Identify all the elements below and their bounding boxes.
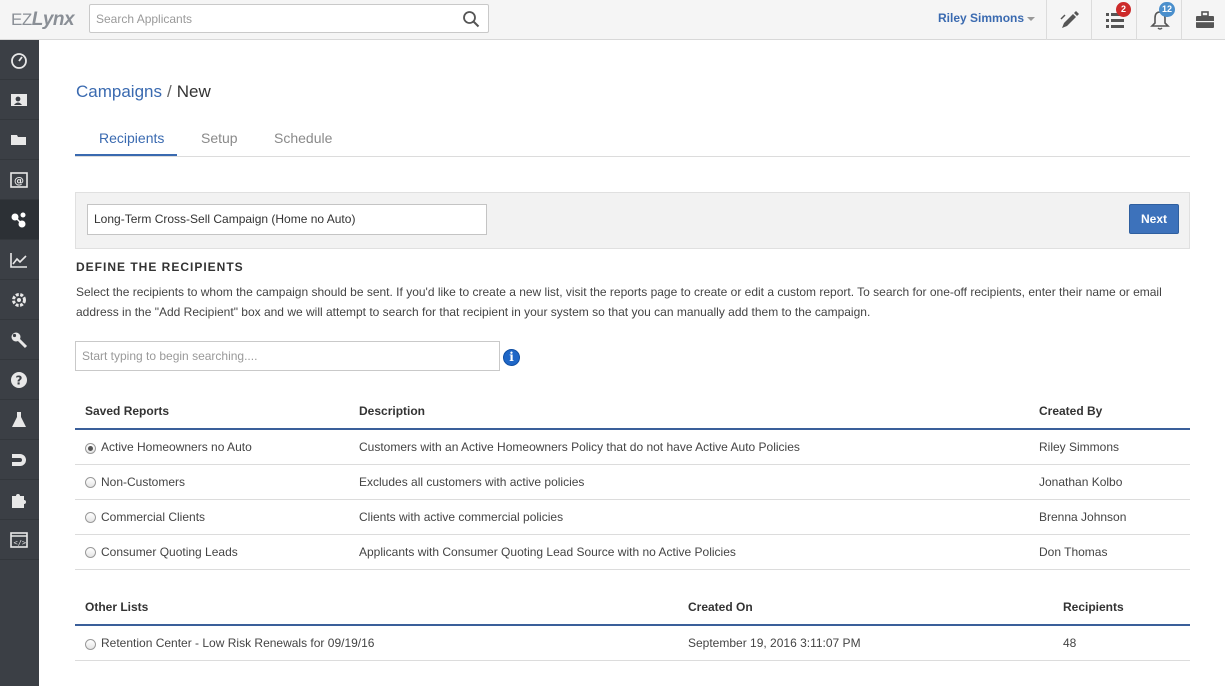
ezlynx-logo[interactable]: EZLynx: [11, 9, 75, 31]
tasks-count-badge: 2: [1116, 2, 1131, 17]
breadcrumb: Campaigns / New: [76, 82, 211, 102]
report-radio[interactable]: [85, 512, 96, 524]
nav-developer[interactable]: </>: [0, 520, 39, 560]
contacts-icon: [11, 94, 27, 106]
nav-lead-magnet[interactable]: [0, 440, 39, 480]
code-window-icon: </>: [10, 532, 28, 548]
column-header-created-by: Created By: [1029, 393, 1190, 430]
tab-setup[interactable]: Setup: [201, 130, 238, 146]
breadcrumb-campaigns-link[interactable]: Campaigns: [76, 82, 162, 101]
puzzle-icon: [12, 494, 26, 508]
dashboard-icon: [11, 53, 27, 69]
report-created-by: Jonathan Kolbo: [1029, 464, 1190, 500]
magnet-icon: [12, 454, 26, 466]
help-icon: ?: [11, 372, 27, 388]
table-row[interactable]: Commercial Clients Clients with active c…: [75, 499, 1190, 535]
caret-down-icon: [1027, 16, 1036, 21]
saved-reports-table: Saved Reports Description Created By Act…: [75, 393, 1190, 570]
list-created-on: September 19, 2016 3:11:07 PM: [678, 625, 1053, 661]
nav-email[interactable]: @: [0, 160, 39, 200]
report-created-by: Riley Simmons: [1029, 429, 1190, 465]
notifications-button[interactable]: 12: [1136, 0, 1181, 40]
nav-help[interactable]: ?: [0, 360, 39, 400]
top-bar: EZLynx Riley Simmons 2 12: [0, 0, 1225, 40]
search-applicants-input[interactable]: [90, 5, 450, 32]
breadcrumb-current: New: [176, 82, 211, 101]
report-name: Commercial Clients: [101, 509, 206, 524]
pen-icon: [1060, 11, 1079, 28]
table-row[interactable]: Consumer Quoting Leads Applicants with C…: [75, 534, 1190, 570]
table-header-row: Other Lists Created On Recipients: [75, 589, 1190, 626]
report-description: Excludes all customers with active polic…: [349, 464, 1029, 500]
nav-reports[interactable]: [0, 240, 39, 280]
report-description: Applicants with Consumer Quoting Lead So…: [349, 534, 1029, 570]
tasks-button[interactable]: 2: [1091, 0, 1136, 40]
nav-files[interactable]: [0, 120, 39, 160]
email-icon: @: [10, 172, 28, 188]
nav-contacts[interactable]: [0, 80, 39, 120]
table-header-row: Saved Reports Description Created By: [75, 393, 1190, 430]
report-radio[interactable]: [85, 547, 96, 559]
column-header-saved-reports: Saved Reports: [75, 393, 349, 430]
settings-gear-icon: [12, 293, 26, 307]
svg-text:?: ?: [16, 374, 23, 388]
report-created-by: Brenna Johnson: [1029, 499, 1190, 535]
breadcrumb-separator: /: [167, 82, 172, 101]
reports-chart-icon: [10, 253, 27, 268]
notifications-count-badge: 12: [1159, 2, 1176, 17]
tab-recipients[interactable]: Recipients: [99, 130, 164, 146]
recipient-search: [75, 341, 500, 371]
user-menu[interactable]: Riley Simmons: [938, 11, 1036, 25]
table-row[interactable]: Non-Customers Excludes all customers wit…: [75, 464, 1190, 500]
list-radio[interactable]: [85, 638, 96, 650]
nav-integrations[interactable]: [0, 480, 39, 520]
column-header-created-on: Created On: [678, 589, 1053, 626]
column-header-other-lists: Other Lists: [75, 589, 678, 626]
other-lists-table: Other Lists Created On Recipients Retent…: [75, 589, 1190, 661]
report-name: Non-Customers: [101, 474, 186, 489]
report-name: Consumer Quoting Leads: [101, 544, 238, 559]
search-icon[interactable]: [462, 10, 480, 28]
nav-labs[interactable]: [0, 400, 39, 440]
column-header-recipients: Recipients: [1053, 589, 1190, 626]
folder-icon: [11, 135, 26, 145]
tab-schedule[interactable]: Schedule: [274, 130, 332, 146]
wizard-tabs: Recipients Setup Schedule: [75, 126, 1190, 157]
add-recipient-input[interactable]: [76, 342, 496, 370]
nav-campaigns[interactable]: [0, 200, 39, 240]
svg-text:</>: </>: [14, 539, 27, 547]
list-recipients-count: 48: [1053, 625, 1190, 661]
report-description: Customers with an Active Homeowners Poli…: [349, 429, 1029, 465]
info-icon[interactable]: i: [503, 349, 520, 366]
svg-text:@: @: [14, 176, 24, 187]
table-row[interactable]: Active Homeowners no Auto Customers with…: [75, 429, 1190, 465]
section-description: Select the recipients to whom the campai…: [76, 285, 1162, 319]
table-row[interactable]: Retention Center - Low Risk Renewals for…: [75, 625, 1190, 661]
report-radio[interactable]: [85, 477, 96, 489]
nav-settings[interactable]: [0, 280, 39, 320]
report-radio[interactable]: [85, 442, 96, 454]
column-header-description: Description: [349, 393, 1029, 430]
nav-dashboard[interactable]: [0, 40, 39, 80]
list-name: Retention Center - Low Risk Renewals for…: [101, 636, 375, 651]
applicant-search: [89, 4, 489, 33]
wrench-icon: [11, 332, 28, 349]
campaign-name-field[interactable]: Long-Term Cross-Sell Campaign (Home no A…: [87, 204, 487, 235]
briefcase-button[interactable]: [1181, 0, 1225, 40]
report-name: Active Homeowners no Auto: [101, 440, 252, 455]
briefcase-icon: [1196, 11, 1214, 28]
next-button[interactable]: Next: [1129, 204, 1179, 234]
report-created-by: Don Thomas: [1029, 534, 1190, 570]
report-description: Clients with active commercial policies: [349, 499, 1029, 535]
section-title: DEFINE THE RECIPIENTS: [76, 260, 244, 274]
nav-tools[interactable]: [0, 320, 39, 360]
lab-flask-icon: [12, 412, 26, 427]
campaigns-icon: [11, 212, 26, 228]
active-tab-indicator: [75, 154, 177, 156]
quick-note-button[interactable]: [1046, 0, 1091, 40]
campaign-name-panel: Long-Term Cross-Sell Campaign (Home no A…: [75, 192, 1190, 249]
left-nav: @ ? </>: [0, 40, 39, 686]
